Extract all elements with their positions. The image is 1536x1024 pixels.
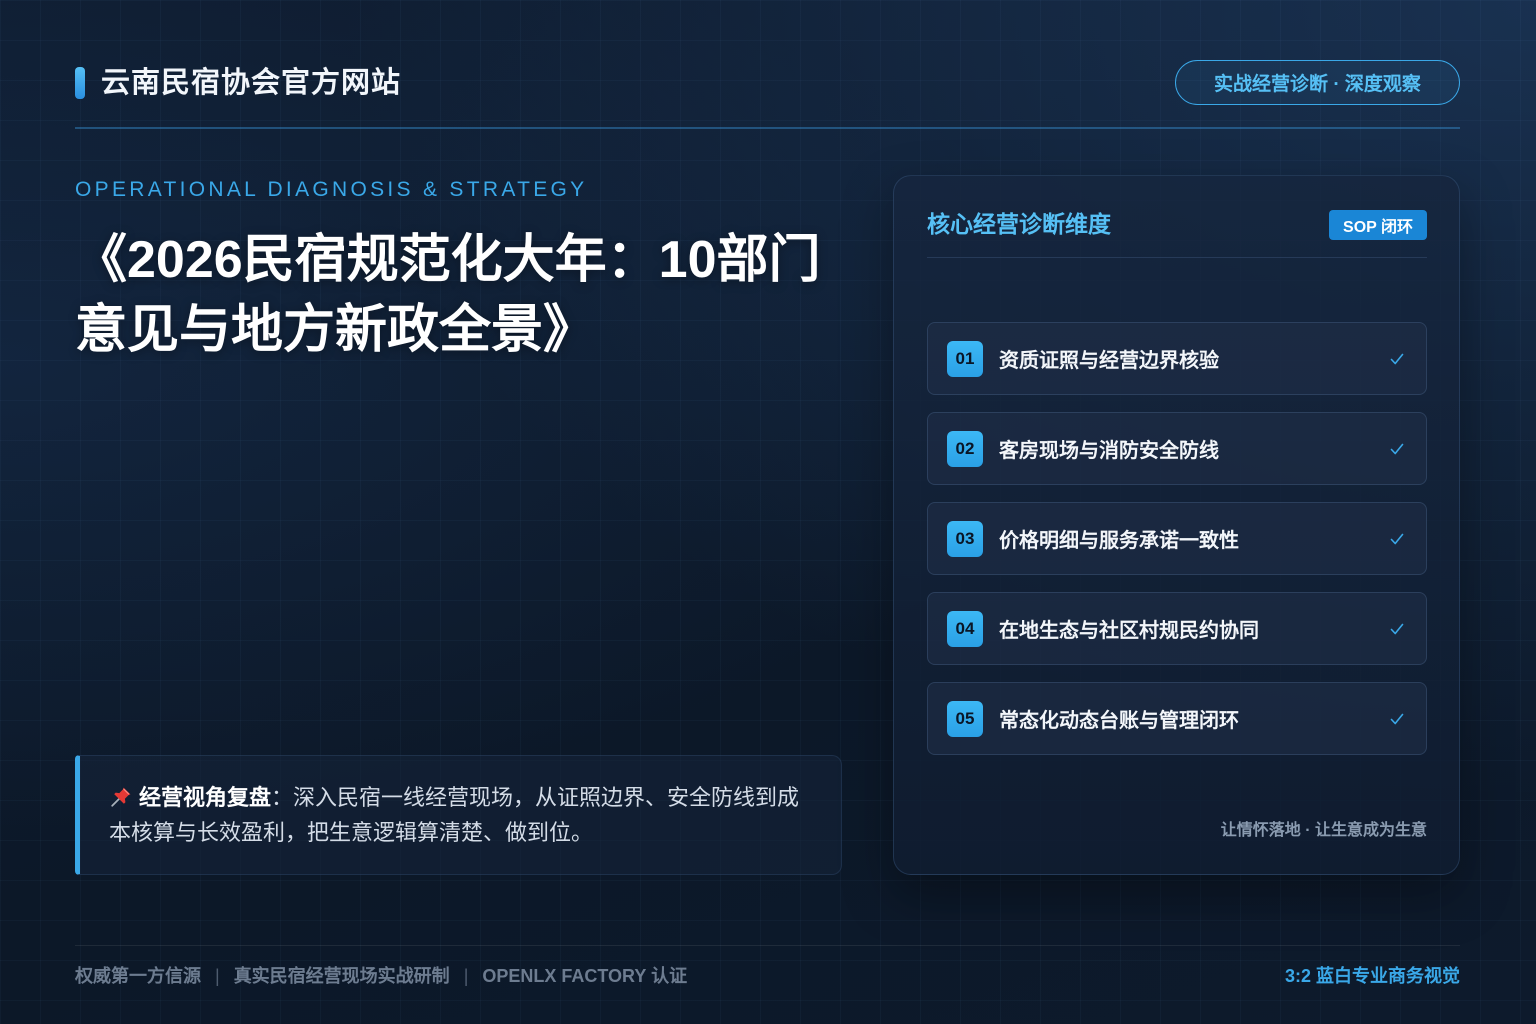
check-icon [1390,532,1404,546]
hero-eyebrow: OPERATIONAL DIAGNOSIS & STRATEGY [75,178,588,201]
diagnosis-panel: 核心经营诊断维度 SOP 闭环 01 资质证照与经营边界核验 02 客房现场与消… [893,175,1460,875]
pushpin-icon [109,785,133,809]
diagnosis-list: 01 资质证照与经营边界核验 02 客房现场与消防安全防线 03 价格明细与服务… [927,322,1427,772]
item-label: 常态化动态台账与管理闭环 [999,710,1239,732]
brand-accent-bar [75,67,85,99]
item-number: 03 [947,520,983,557]
footer-format-note: 3:2 蓝白专业商务视觉 [1284,966,1460,986]
item-label: 价格明细与服务承诺一致性 [999,530,1239,552]
diagnosis-item: 05 常态化动态台账与管理闭环 [927,682,1427,755]
panel-title: 核心经营诊断维度 [927,211,1111,237]
topic-tag-label: 实战经营诊断 · 深度观察 [1214,74,1421,95]
panel-divider [927,257,1427,258]
item-number: 01 [947,340,983,377]
item-number: 04 [947,610,983,647]
footer-divider [75,945,1460,946]
footer-separator: | [215,966,220,986]
callout-lead: 经营视角复盘 [139,785,272,810]
item-label: 客房现场与消防安全防线 [999,440,1219,462]
check-icon [1390,622,1404,636]
panel-slogan: 让情怀落地 · 让生意成为生意 [1220,822,1427,839]
diagnosis-item: 01 资质证照与经营边界核验 [927,322,1427,395]
item-number: 05 [947,700,983,737]
page-title-line-1: 《2026民宿规范化大年：10部门 [75,231,821,289]
callout-text: 经营视角复盘：深入民宿一线经营现场，从证照边界、安全防线到成本核算与长效盈利，把… [109,780,811,850]
footer-credit: 真实民宿经营现场实战研制 [233,966,450,986]
footer-credit: OPENLX FACTORY 认证 [482,966,688,986]
check-icon [1390,352,1404,366]
item-label: 资质证照与经营边界核验 [999,350,1219,372]
topic-tag-pill: 实战经营诊断 · 深度观察 [1175,60,1460,105]
site-brand: 云南民宿协会官方网站 [75,64,401,102]
page-title: 《2026民宿规范化大年：10部门 意见与地方新政全景》 [75,225,821,365]
diagnosis-item: 03 价格明细与服务承诺一致性 [927,502,1427,575]
check-icon [1390,442,1404,456]
check-icon [1390,712,1404,726]
header-divider [75,127,1460,129]
footer-credit: 权威第一方信源 [75,966,201,986]
footer-separator: | [463,966,469,986]
site-title: 云南民宿协会官方网站 [101,67,402,99]
perspective-callout: 经营视角复盘：深入民宿一线经营现场，从证照边界、安全防线到成本核算与长效盈利，把… [75,755,842,875]
item-label: 在地生态与社区村规民约协同 [999,620,1259,642]
diagnosis-item: 02 客房现场与消防安全防线 [927,412,1427,485]
item-number: 02 [947,430,983,467]
diagnosis-item: 04 在地生态与社区村规民约协同 [927,592,1427,665]
page-title-line-2: 意见与地方新政全景》 [75,301,596,359]
footer-credits: 权威第一方信源 | 真实民宿经营现场实战研制 | OPENLX FACTORY … [75,964,687,988]
sop-badge: SOP 闭环 [1329,210,1427,240]
